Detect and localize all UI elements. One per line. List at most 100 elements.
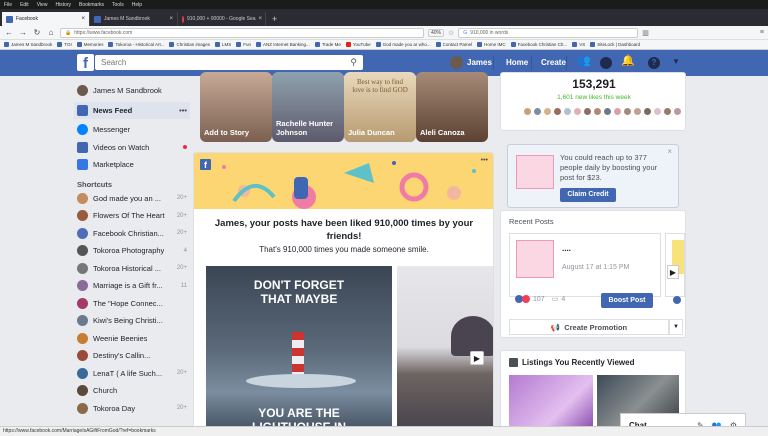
tab-james-profile[interactable]: James M Sandbrook × <box>90 12 178 26</box>
facebook-search-input[interactable] <box>101 58 341 67</box>
friend-requests-icon[interactable]: 👥 <box>577 54 591 67</box>
sidebar-shortcut-item[interactable]: The "Hope Connec... <box>77 295 187 313</box>
next-arrow-button[interactable]: ▶ <box>470 351 484 365</box>
next-arrow-button[interactable]: ▶ <box>667 265 679 279</box>
facebook-search-box[interactable]: ⚲ <box>95 55 363 70</box>
sidebar-shortcut-item[interactable]: LenaT ( A life Such... 20+ <box>77 365 187 383</box>
account-menu-icon[interactable]: ▼ <box>672 57 680 66</box>
sidebar-item-news-feed[interactable]: News Feed ••• <box>74 101 190 119</box>
bookmark-item[interactable]: Facebook Christian Ch... <box>510 42 567 47</box>
story-card[interactable]: Best way to find love is to find GOD Jul… <box>344 72 416 142</box>
messenger-icon[interactable] <box>600 57 612 69</box>
create-link[interactable]: Create <box>541 58 566 67</box>
menu-tools[interactable]: Tools <box>112 2 124 8</box>
sidebar-shortcut-item[interactable]: Tokoroa Photography 4 <box>77 242 187 260</box>
more-options-icon[interactable]: ••• <box>179 106 187 115</box>
claim-credit-button[interactable]: Claim Credit <box>560 188 616 202</box>
liker-avatar[interactable] <box>673 107 682 116</box>
close-tab-icon[interactable]: × <box>81 16 85 22</box>
liker-avatar[interactable] <box>583 107 592 116</box>
sidebar-shortcut-item[interactable]: Weenie Beenies <box>77 330 187 348</box>
sidebar-shortcut-item[interactable]: Facebook Christian... 20+ <box>77 225 187 243</box>
sidebar-shortcut-item[interactable]: God made you an ... 20+ <box>77 190 187 208</box>
liker-avatar[interactable] <box>653 107 662 116</box>
sidebar-shortcut-item[interactable]: Destiny's Callin... <box>77 347 187 365</box>
menu-help[interactable]: Help <box>132 2 142 8</box>
sidebar-shortcut-item[interactable]: Tokoroa Historical ... 20+ <box>77 260 187 278</box>
sidebar-profile[interactable]: James M Sandbrook <box>77 82 187 100</box>
bookmark-star-icon[interactable]: ☆ <box>448 29 454 37</box>
menu-bookmarks[interactable]: Bookmarks <box>79 2 104 8</box>
memory-image-lighthouse[interactable]: DON'T FORGET THAT MAYBE YOU ARE THE LIGH… <box>206 266 392 436</box>
bookmark-item[interactable]: Home IMC <box>477 42 506 47</box>
liker-avatar[interactable] <box>633 107 642 116</box>
bookmark-item[interactable]: LMS <box>215 42 231 47</box>
search-icon[interactable]: ⚲ <box>350 57 357 68</box>
new-tab-button[interactable]: + <box>266 12 283 26</box>
menu-edit[interactable]: Edit <box>20 2 29 8</box>
bookmark-item[interactable]: Fun <box>236 42 251 47</box>
notifications-icon[interactable]: 🔔 <box>621 54 635 67</box>
new-likes-text[interactable]: 1,601 new likes this week <box>501 94 687 101</box>
bookmark-item[interactable]: Contact Pamel <box>435 42 472 47</box>
zoom-level[interactable]: 40% <box>428 28 445 37</box>
bookmark-item[interactable]: SiteLock | Dashboard <box>590 42 640 47</box>
recent-post-item[interactable]: .... August 17 at 1:15 PM <box>509 233 661 297</box>
bookmark-item[interactable]: Memories <box>76 42 103 47</box>
back-icon[interactable]: ← <box>4 28 14 37</box>
liker-avatar[interactable] <box>533 107 542 116</box>
bookmark-item[interactable]: VS <box>572 42 585 47</box>
liker-avatar[interactable] <box>603 107 612 116</box>
liker-avatar[interactable] <box>593 107 602 116</box>
sidebar-shortcut-item[interactable]: Marriage is a Gift fr... 11 <box>77 277 187 295</box>
tab-google-search[interactable]: 910,000 + 00000 - Google Sea × <box>178 12 266 26</box>
help-icon[interactable]: ? <box>648 57 660 69</box>
home-link[interactable]: Home <box>506 58 528 67</box>
liker-avatar[interactable] <box>543 107 552 116</box>
bookmark-item[interactable]: TOI <box>57 42 72 47</box>
browser-search-bar[interactable]: G 910,000 in words <box>458 27 639 38</box>
url-bar[interactable]: 🔒 https://www.facebook.com <box>60 27 424 38</box>
sidebar-shortcut-item[interactable]: Church <box>77 382 187 400</box>
library-icon[interactable]: ▥ <box>642 29 649 37</box>
boost-post-button[interactable]: Boost Post <box>601 293 653 308</box>
home-icon[interactable]: ⌂ <box>46 28 56 37</box>
liker-avatar[interactable] <box>523 107 532 116</box>
menu-history[interactable]: History <box>55 2 71 8</box>
promotion-dropdown-icon[interactable]: ▼ <box>669 319 683 335</box>
close-tab-icon[interactable]: × <box>259 16 263 22</box>
menu-file[interactable]: File <box>4 2 12 8</box>
bookmark-item[interactable]: YouTube <box>345 42 371 47</box>
sidebar-item-marketplace[interactable]: Marketplace <box>77 156 187 174</box>
profile-link[interactable]: James <box>450 56 492 69</box>
liker-avatar[interactable] <box>613 107 622 116</box>
facebook-logo[interactable]: f <box>77 54 94 72</box>
menu-icon[interactable]: ≡ <box>760 29 764 36</box>
story-card[interactable]: Aleli Canoza <box>416 72 488 142</box>
story-card[interactable]: Add to Story <box>200 72 272 142</box>
bookmark-item[interactable]: Tokoroa - Historical Art... <box>108 42 164 47</box>
liker-avatar[interactable] <box>623 107 632 116</box>
close-tab-icon[interactable]: × <box>169 16 173 22</box>
liker-avatar[interactable] <box>553 107 562 116</box>
liker-avatar[interactable] <box>663 107 672 116</box>
reload-icon[interactable]: ↻ <box>32 28 42 37</box>
story-card[interactable]: Rachelle Hunter Johnson <box>272 72 344 142</box>
sidebar-item-watch[interactable]: Videos on Watch <box>77 139 187 157</box>
close-icon[interactable]: × <box>667 147 672 156</box>
bookmark-item[interactable]: James M Sandbrook <box>4 42 52 47</box>
sidebar-shortcut-item[interactable]: Flowers Of The Heart 20+ <box>77 207 187 225</box>
bookmark-item[interactable]: God made you ar who... <box>375 42 431 47</box>
sidebar-item-messenger[interactable]: Messenger <box>77 121 187 139</box>
sidebar-shortcut-item[interactable]: Kiwi's Being Christi... <box>77 312 187 330</box>
bookmark-item[interactable]: ANZ Internet Banking... <box>256 42 310 47</box>
liker-avatar[interactable] <box>563 107 572 116</box>
menu-view[interactable]: View <box>37 2 48 8</box>
liker-avatar[interactable] <box>573 107 582 116</box>
bookmark-item[interactable]: Trade Me <box>314 42 341 47</box>
tab-facebook[interactable]: Facebook × <box>2 12 90 26</box>
bookmark-item[interactable]: Christian images <box>169 42 210 47</box>
forward-icon[interactable]: → <box>18 28 28 37</box>
sidebar-shortcut-item[interactable]: Tokoroa Day 20+ <box>77 400 187 418</box>
liker-avatar[interactable] <box>643 107 652 116</box>
